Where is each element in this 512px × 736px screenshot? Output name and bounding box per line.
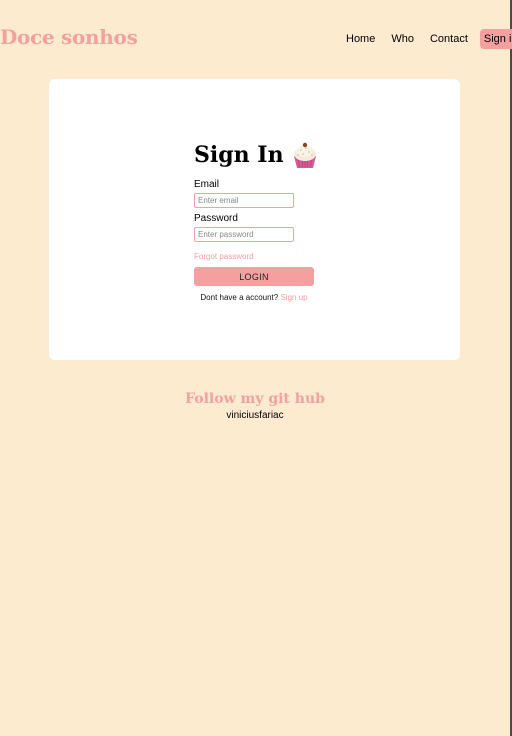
signup-prompt: Dont have a account? [200, 293, 279, 302]
github-handle-link[interactable]: viniciusfariac [0, 410, 510, 421]
top-nav: Home Who Contact Sign in [338, 29, 512, 49]
brand-logo-text[interactable]: Doce sonhos [0, 25, 138, 49]
cupcake-icon [293, 142, 316, 168]
signup-line: Dont have a account? Sign up [194, 293, 314, 302]
nav-sign-in-button[interactable]: Sign in [479, 29, 512, 49]
nav-who[interactable]: Who [391, 33, 414, 45]
signup-link[interactable]: Sign up [280, 293, 307, 302]
email-label: Email [194, 179, 220, 190]
page-title: Sign In [194, 142, 284, 168]
email-input[interactable] [194, 193, 294, 208]
login-button[interactable]: LOGIN [194, 267, 314, 286]
nav-contact[interactable]: Contact [430, 33, 468, 45]
follow-heading: Follow my git hub [185, 391, 325, 407]
signin-form: Sign In Email Password Forgot password L… [194, 140, 324, 302]
password-input[interactable] [194, 227, 294, 242]
forgot-password-link[interactable]: Forgot password [194, 252, 324, 261]
signin-title-row: Sign In [194, 140, 324, 170]
nav-home[interactable]: Home [346, 33, 375, 45]
password-label: Password [194, 213, 238, 224]
